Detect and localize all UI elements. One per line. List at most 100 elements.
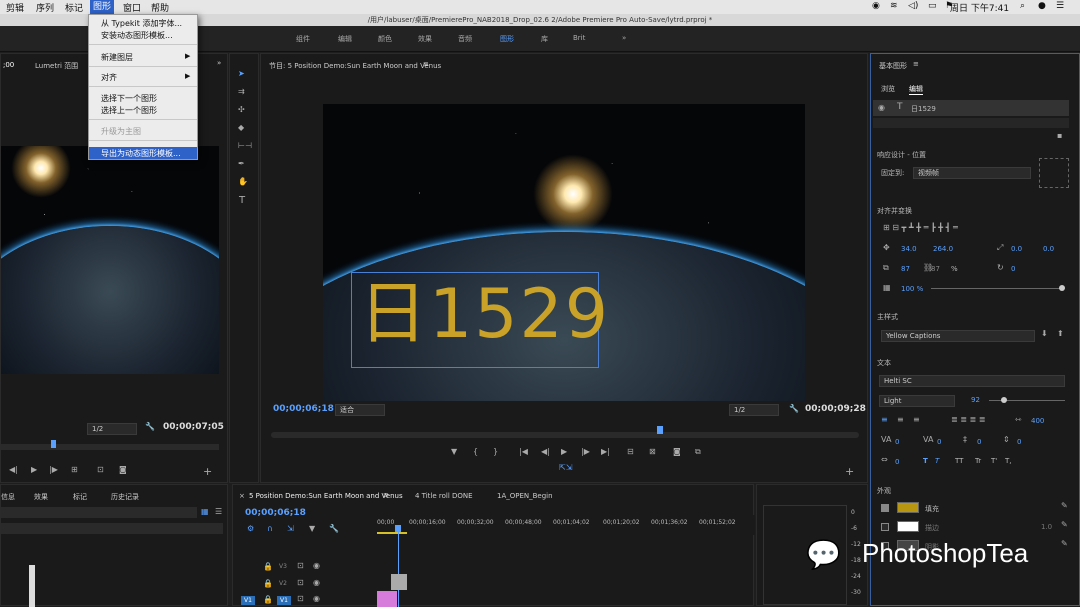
menu-clip[interactable]: 剪辑 [6, 1, 24, 14]
workspace-graphics[interactable]: 图形 [500, 34, 514, 44]
font-size-value[interactable]: 92 [971, 396, 980, 404]
ripple-edit-icon[interactable]: ✣ [238, 106, 245, 114]
project-thumbnail[interactable] [29, 565, 35, 607]
source-playhead[interactable] [51, 440, 56, 448]
program-playhead[interactable] [657, 426, 663, 434]
export-frame-icon[interactable]: ◙ [673, 448, 681, 456]
go-to-out-icon[interactable]: ▶| [601, 448, 610, 456]
overwrite-icon[interactable]: ⊡ [97, 466, 104, 474]
workspace-libraries[interactable]: 库 [541, 34, 548, 44]
opacity-slider[interactable] [931, 288, 1061, 289]
mark-out-icon[interactable]: } [493, 448, 498, 456]
baseline-value[interactable]: 0 [1017, 438, 1021, 446]
list-icon[interactable]: ☰ [1056, 1, 1064, 11]
v1-lock-icon[interactable]: 🔒 [263, 596, 273, 604]
timeline-marker-icon[interactable]: ▼ [309, 525, 315, 533]
timeline-close-icon[interactable]: × [239, 492, 245, 500]
align-right-icon[interactable]: ≡ [913, 416, 920, 424]
justify-icons[interactable]: ≣ ≣ ≣ ≣ [951, 416, 985, 424]
eg-menu-icon[interactable]: ≡ [913, 60, 919, 68]
workspace-effects[interactable]: 效果 [418, 34, 432, 44]
track-v2[interactable]: V2 [279, 580, 287, 587]
search-icon[interactable]: ⌕ [1020, 1, 1025, 11]
stroke-checkbox[interactable] [881, 523, 889, 531]
new-layer-icon[interactable]: ▪ [1057, 132, 1062, 140]
add-marker-icon[interactable]: ▼ [451, 448, 457, 456]
workspace-color[interactable]: 颜色 [378, 34, 392, 44]
va-value[interactable]: 0 [937, 438, 941, 446]
clock[interactable]: 周日 下午7:41 [950, 1, 1009, 14]
fill-swatch[interactable] [897, 502, 919, 513]
workspace-audio[interactable]: 音频 [458, 34, 472, 44]
v2-lock-icon[interactable]: 🔒 [263, 580, 273, 588]
leading-value[interactable]: 0 [977, 438, 981, 446]
source-tab[interactable]: ;00 [3, 61, 14, 69]
tab-effects[interactable]: 效果 [34, 492, 48, 502]
menu-install-template[interactable]: 安装动态图形模板... [101, 30, 173, 41]
pen-icon[interactable]: ✒ [238, 160, 245, 168]
type-tool-icon[interactable]: T [239, 196, 245, 206]
font-select[interactable]: Helti SC [879, 375, 1065, 387]
program-video-frame[interactable]: 日1529 [323, 104, 805, 401]
superscript-button[interactable]: T' [991, 457, 997, 465]
v2-sync-icon[interactable]: ⊡ [297, 579, 304, 587]
linked-select-icon[interactable]: ⇲ [287, 525, 294, 533]
style-up-icon[interactable]: ⬆ [1057, 330, 1064, 338]
v3-eye-icon[interactable]: ◉ [313, 562, 320, 570]
pin-widget[interactable] [1039, 158, 1069, 188]
track-v1[interactable]: V1 [277, 596, 291, 605]
v3-lock-icon[interactable]: 🔒 [263, 563, 273, 571]
panel-overflow-icon[interactable]: » [217, 59, 221, 67]
list-view-icon[interactable]: ☰ [215, 508, 222, 516]
go-to-in-icon[interactable]: |◀ [519, 448, 528, 456]
align-left-icon[interactable]: ≡ [881, 416, 888, 424]
program-title[interactable]: 节目: 5 Position Demo:Sun Earth Moon and V… [269, 61, 441, 71]
tab-markers[interactable]: 标记 [73, 492, 87, 502]
opacity-slider-thumb[interactable] [1059, 285, 1065, 291]
menu-select-prev[interactable]: 选择上一个图形 [101, 105, 157, 116]
menu-help[interactable]: 帮助 [151, 1, 169, 14]
extract-icon[interactable]: ⊠ [649, 448, 656, 456]
small-caps-button[interactable]: Tr [975, 457, 981, 465]
program-menu-icon[interactable]: ≡ [423, 60, 429, 68]
timeline-timecode[interactable]: 00;00;06;18 [245, 508, 306, 518]
step-back-program-icon[interactable]: ◀| [541, 448, 550, 456]
scale-height[interactable]: 87 [931, 265, 940, 273]
menu-sequence[interactable]: 序列 [36, 1, 54, 14]
eg-tab-browse[interactable]: 浏览 [881, 84, 895, 94]
add-button-icon[interactable]: + [203, 466, 212, 477]
faux-italic-button[interactable]: T [935, 457, 939, 465]
razor-icon[interactable]: ◆ [238, 124, 244, 132]
timeline-tab-menu-icon[interactable]: ≡ [383, 491, 389, 499]
master-style-select[interactable]: Yellow Captions [881, 330, 1035, 342]
all-caps-button[interactable]: TT [955, 457, 963, 465]
tsume-value[interactable]: 0 [895, 458, 899, 466]
anchor-x[interactable]: 0.0 [1011, 245, 1022, 253]
program-wrench-icon[interactable]: 🔧 [789, 405, 799, 413]
overlay-text[interactable]: 日1529 [359, 270, 610, 360]
tab-history[interactable]: 历史记录 [111, 492, 139, 502]
hand-icon[interactable]: ✋ [238, 178, 248, 186]
workspace-assembly[interactable]: 组件 [296, 34, 310, 44]
tracking-value[interactable]: 400 [1031, 417, 1044, 425]
program-scrubber[interactable] [271, 432, 859, 438]
workspace-overflow-icon[interactable]: » [622, 34, 626, 42]
nest-icon[interactable]: ⚙ [247, 525, 254, 533]
grid-view-icon[interactable]: ▦ [201, 508, 209, 516]
project-filter-select[interactable] [1, 523, 223, 534]
program-scale-select[interactable]: 1/2 [729, 404, 779, 416]
track-v3[interactable]: V3 [279, 563, 287, 570]
menu-graphics[interactable]: 图形 [90, 0, 115, 14]
v2-clip[interactable] [391, 574, 407, 590]
snap-icon[interactable]: ∩ [267, 525, 273, 533]
menu-align[interactable]: 对齐 [101, 72, 117, 83]
source-timecode[interactable]: 00;00;07;05 [163, 422, 224, 432]
menu-window[interactable]: 窗口 [123, 1, 141, 14]
selection-tool-icon[interactable]: ➤ [238, 70, 245, 78]
slip-icon[interactable]: ⊢⊣ [238, 142, 252, 150]
menu-new-layer[interactable]: 新建图层 [101, 52, 133, 63]
step-forward-icon[interactable]: |▶ [49, 466, 58, 474]
fill-checkbox[interactable] [881, 504, 889, 512]
fit-select[interactable]: 适合 [335, 404, 385, 416]
source-scrubber[interactable] [1, 444, 219, 450]
